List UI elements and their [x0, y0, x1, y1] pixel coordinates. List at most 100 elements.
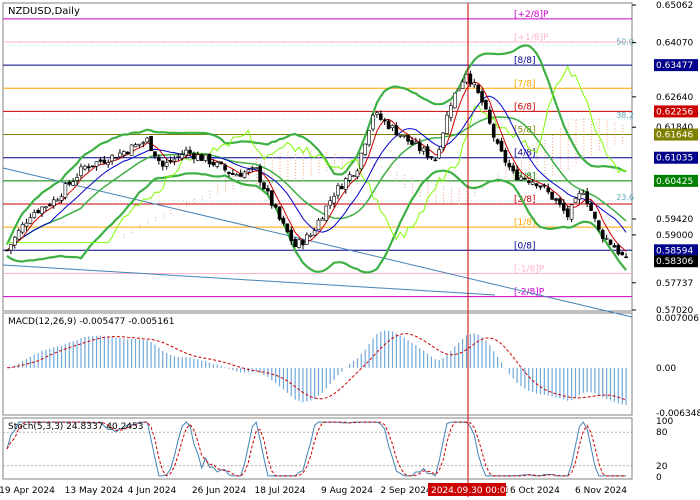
- candle: [452, 92, 457, 109]
- cloud-dot: [614, 128, 616, 130]
- candle: [16, 230, 21, 240]
- candle: [519, 176, 523, 181]
- candle: [320, 218, 325, 221]
- forex-chart[interactable]: [+2/8]P[+1/8]P[8/8][7/8][6/8][5/8][4/8][…: [0, 0, 700, 500]
- candle: [375, 112, 379, 115]
- candle: [51, 199, 56, 207]
- cloud-dot: [427, 194, 429, 196]
- cloud-dot: [279, 164, 281, 166]
- cloud-dot: [559, 134, 561, 136]
- cloud-dot: [528, 146, 530, 148]
- cloud-dot: [552, 167, 554, 169]
- cloud-dot: [598, 124, 600, 126]
- candle: [472, 82, 477, 86]
- candle: [153, 151, 157, 157]
- cloud-dot: [341, 156, 343, 158]
- cloud-dot: [295, 166, 297, 168]
- cloud-dot: [318, 156, 320, 158]
- price-tag-label: 0.60425: [656, 177, 693, 187]
- cloud-dot: [435, 199, 437, 201]
- candle: [67, 181, 72, 185]
- fib-label: 50.0: [616, 37, 634, 46]
- cloud-dot: [482, 187, 484, 189]
- cloud-dot: [606, 123, 608, 125]
- cloud-dot: [256, 173, 258, 175]
- cloud-dot: [287, 172, 289, 174]
- cloud-dot: [217, 184, 219, 186]
- candle: [429, 156, 434, 159]
- level-label: [0/8]: [514, 241, 536, 251]
- cloud-dot: [536, 143, 538, 145]
- cloud-dot: [598, 148, 600, 150]
- chart-title: NZDUSD,Daily: [8, 6, 80, 17]
- cloud-dot: [474, 189, 476, 191]
- candle: [215, 161, 220, 167]
- cloud-dot: [544, 140, 546, 142]
- candle: [176, 155, 181, 158]
- cloud-dot: [232, 188, 234, 190]
- cloud-dot: [287, 154, 289, 156]
- price-tag-label: 0.62256: [656, 107, 693, 117]
- cloud-dot: [567, 144, 569, 146]
- candle: [24, 222, 29, 227]
- candle: [402, 135, 406, 137]
- cloud-dot: [302, 159, 304, 161]
- candle: [523, 177, 527, 180]
- cloud-dot: [388, 171, 390, 173]
- cloud-dot: [559, 164, 561, 166]
- candle: [507, 163, 512, 168]
- x-axis-label: 4 Jun 2024: [128, 486, 177, 496]
- cloud-dot: [544, 143, 546, 145]
- cloud-dot: [279, 173, 281, 175]
- cloud-dot: [450, 190, 452, 192]
- cloud-dot: [466, 187, 468, 189]
- cloud-dot: [419, 180, 421, 182]
- candle: [328, 200, 332, 206]
- candle: [94, 161, 99, 167]
- cloud-dot: [334, 163, 336, 165]
- cloud-dot: [295, 172, 297, 174]
- cloud-dot: [450, 202, 452, 204]
- level-label: [+1/8]P: [514, 33, 549, 43]
- candle: [562, 202, 566, 211]
- candle: [488, 109, 492, 124]
- cloud-dot: [559, 140, 561, 142]
- cloud-dot: [225, 178, 227, 180]
- candle: [254, 167, 258, 169]
- cloud-dot: [536, 170, 538, 172]
- cloud-dot: [575, 120, 577, 122]
- cloud-dot: [450, 196, 452, 198]
- candle: [168, 160, 173, 163]
- cloud-dot: [528, 170, 530, 172]
- cloud-dot: [575, 144, 577, 146]
- cloud-dot: [466, 196, 468, 198]
- x-axis-label: 9 Aug 2024: [321, 486, 373, 496]
- cloud-dot: [591, 136, 593, 138]
- cloud-dot: [606, 120, 608, 122]
- cloud-dot: [458, 188, 460, 190]
- cloud-dot: [598, 139, 600, 141]
- cloud-dot: [411, 180, 413, 182]
- price-tick-label: 0.57737: [656, 279, 693, 289]
- cloud-dot: [201, 195, 203, 197]
- cloud-dot: [520, 163, 522, 165]
- candle: [28, 217, 33, 224]
- cloud-dot: [326, 158, 328, 160]
- cloud-dot: [575, 135, 577, 137]
- cloud-dot: [248, 165, 250, 167]
- candle: [44, 206, 48, 208]
- cloud-dot: [614, 125, 616, 127]
- cloud-dot: [567, 162, 569, 164]
- candle: [441, 132, 445, 148]
- candle: [12, 236, 17, 246]
- candle: [332, 196, 336, 204]
- x-axis-label: 26 Jun 2024: [192, 486, 246, 496]
- candle: [5, 249, 9, 252]
- cloud-dot: [310, 162, 312, 164]
- cloud-dot: [591, 154, 593, 156]
- cloud-dot: [567, 126, 569, 128]
- cloud-dot: [256, 161, 258, 163]
- cloud-dot: [404, 186, 406, 188]
- cloud-dot: [279, 152, 281, 154]
- candle: [90, 165, 95, 168]
